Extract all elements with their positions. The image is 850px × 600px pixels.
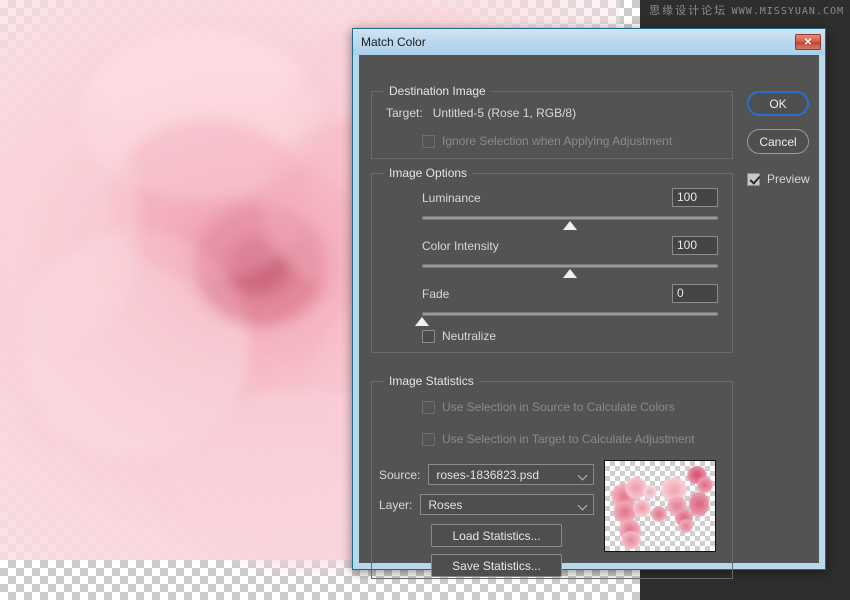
luminance-slider-thumb[interactable] bbox=[563, 221, 577, 230]
preview-label: Preview bbox=[767, 172, 810, 186]
color-intensity-slider[interactable] bbox=[422, 262, 718, 278]
ignore-selection-label: Ignore Selection when Applying Adjustmen… bbox=[442, 134, 672, 148]
fade-input[interactable]: 0 bbox=[672, 284, 718, 303]
image-statistics-group-title: Image Statistics bbox=[384, 374, 479, 388]
image-statistics-group: Image Statistics Use Selection in Source… bbox=[371, 381, 733, 579]
fade-row: Fade 0 bbox=[422, 284, 718, 326]
layer-dropdown-value: Roses bbox=[428, 498, 579, 512]
dialog-titlebar[interactable]: Match Color ✕ bbox=[353, 29, 825, 55]
image-options-group-title: Image Options bbox=[384, 166, 472, 180]
layer-row: Layer: Roses bbox=[379, 494, 594, 515]
save-statistics-button[interactable]: Save Statistics... bbox=[431, 554, 562, 577]
color-intensity-input[interactable]: 100 bbox=[672, 236, 718, 255]
watermark: 思缘设计论坛 WWW.MISSYUAN.COM bbox=[649, 2, 844, 18]
neutralize-checkbox[interactable] bbox=[422, 330, 435, 343]
color-intensity-row: Color Intensity 100 bbox=[422, 236, 718, 278]
close-icon[interactable]: ✕ bbox=[795, 34, 821, 50]
use-selection-target-checkbox[interactable] bbox=[422, 433, 435, 446]
source-dropdown-value: roses-1836823.psd bbox=[436, 468, 579, 482]
screen: 思缘设计论坛 WWW.MISSYUAN.COM Match Color ✕ De… bbox=[0, 0, 850, 600]
chevron-down-icon bbox=[579, 470, 589, 480]
preview-checkbox-row[interactable]: Preview bbox=[747, 172, 827, 186]
destination-image-group: Destination Image Target: Untitled-5 (Ro… bbox=[371, 91, 733, 159]
match-color-dialog: Match Color ✕ Destination Image Target: … bbox=[352, 28, 826, 570]
layer-label: Layer: bbox=[379, 498, 412, 512]
dialog-title: Match Color bbox=[361, 35, 795, 49]
luminance-input[interactable]: 100 bbox=[672, 188, 718, 207]
ignore-selection-checkbox-row[interactable]: Ignore Selection when Applying Adjustmen… bbox=[422, 134, 672, 148]
use-selection-target-checkbox-row[interactable]: Use Selection in Target to Calculate Adj… bbox=[422, 432, 695, 446]
fade-label: Fade bbox=[422, 287, 449, 301]
watermark-chinese: 思缘设计论坛 bbox=[649, 4, 727, 17]
chevron-down-icon bbox=[579, 500, 589, 510]
cancel-button[interactable]: Cancel bbox=[747, 129, 809, 154]
fade-slider-thumb[interactable] bbox=[415, 317, 429, 326]
color-intensity-slider-thumb[interactable] bbox=[563, 269, 577, 278]
ignore-selection-checkbox[interactable] bbox=[422, 135, 435, 148]
fade-slider[interactable] bbox=[422, 310, 718, 326]
source-row: Source: roses-1836823.psd bbox=[379, 464, 594, 485]
luminance-slider-track bbox=[422, 216, 718, 220]
target-value: Untitled-5 (Rose 1, RGB/8) bbox=[433, 106, 576, 120]
luminance-row: Luminance 100 bbox=[422, 188, 718, 230]
dialog-actions: OK Cancel Preview bbox=[747, 91, 827, 186]
use-selection-target-label: Use Selection in Target to Calculate Adj… bbox=[442, 432, 695, 446]
neutralize-label: Neutralize bbox=[442, 329, 496, 343]
luminance-slider[interactable] bbox=[422, 214, 718, 230]
use-selection-source-label: Use Selection in Source to Calculate Col… bbox=[442, 400, 675, 414]
source-thumbnail bbox=[604, 460, 716, 552]
luminance-label: Luminance bbox=[422, 191, 481, 205]
ok-button[interactable]: OK bbox=[747, 91, 809, 116]
source-label: Source: bbox=[379, 468, 420, 482]
use-selection-source-checkbox-row[interactable]: Use Selection in Source to Calculate Col… bbox=[422, 400, 675, 414]
color-intensity-label: Color Intensity bbox=[422, 239, 499, 253]
fade-slider-track bbox=[422, 312, 718, 316]
load-statistics-button[interactable]: Load Statistics... bbox=[431, 524, 562, 547]
target-label: Target: bbox=[386, 106, 423, 120]
source-dropdown[interactable]: roses-1836823.psd bbox=[428, 464, 594, 485]
neutralize-checkbox-row[interactable]: Neutralize bbox=[422, 329, 496, 343]
destination-image-group-title: Destination Image bbox=[384, 84, 491, 98]
dialog-body: Destination Image Target: Untitled-5 (Ro… bbox=[359, 55, 819, 563]
watermark-url: WWW.MISSYUAN.COM bbox=[732, 6, 844, 17]
preview-checkbox[interactable] bbox=[747, 173, 760, 186]
use-selection-source-checkbox[interactable] bbox=[422, 401, 435, 414]
color-intensity-slider-track bbox=[422, 264, 718, 268]
layer-dropdown[interactable]: Roses bbox=[420, 494, 594, 515]
image-options-group: Image Options Luminance 100 bbox=[371, 173, 733, 353]
